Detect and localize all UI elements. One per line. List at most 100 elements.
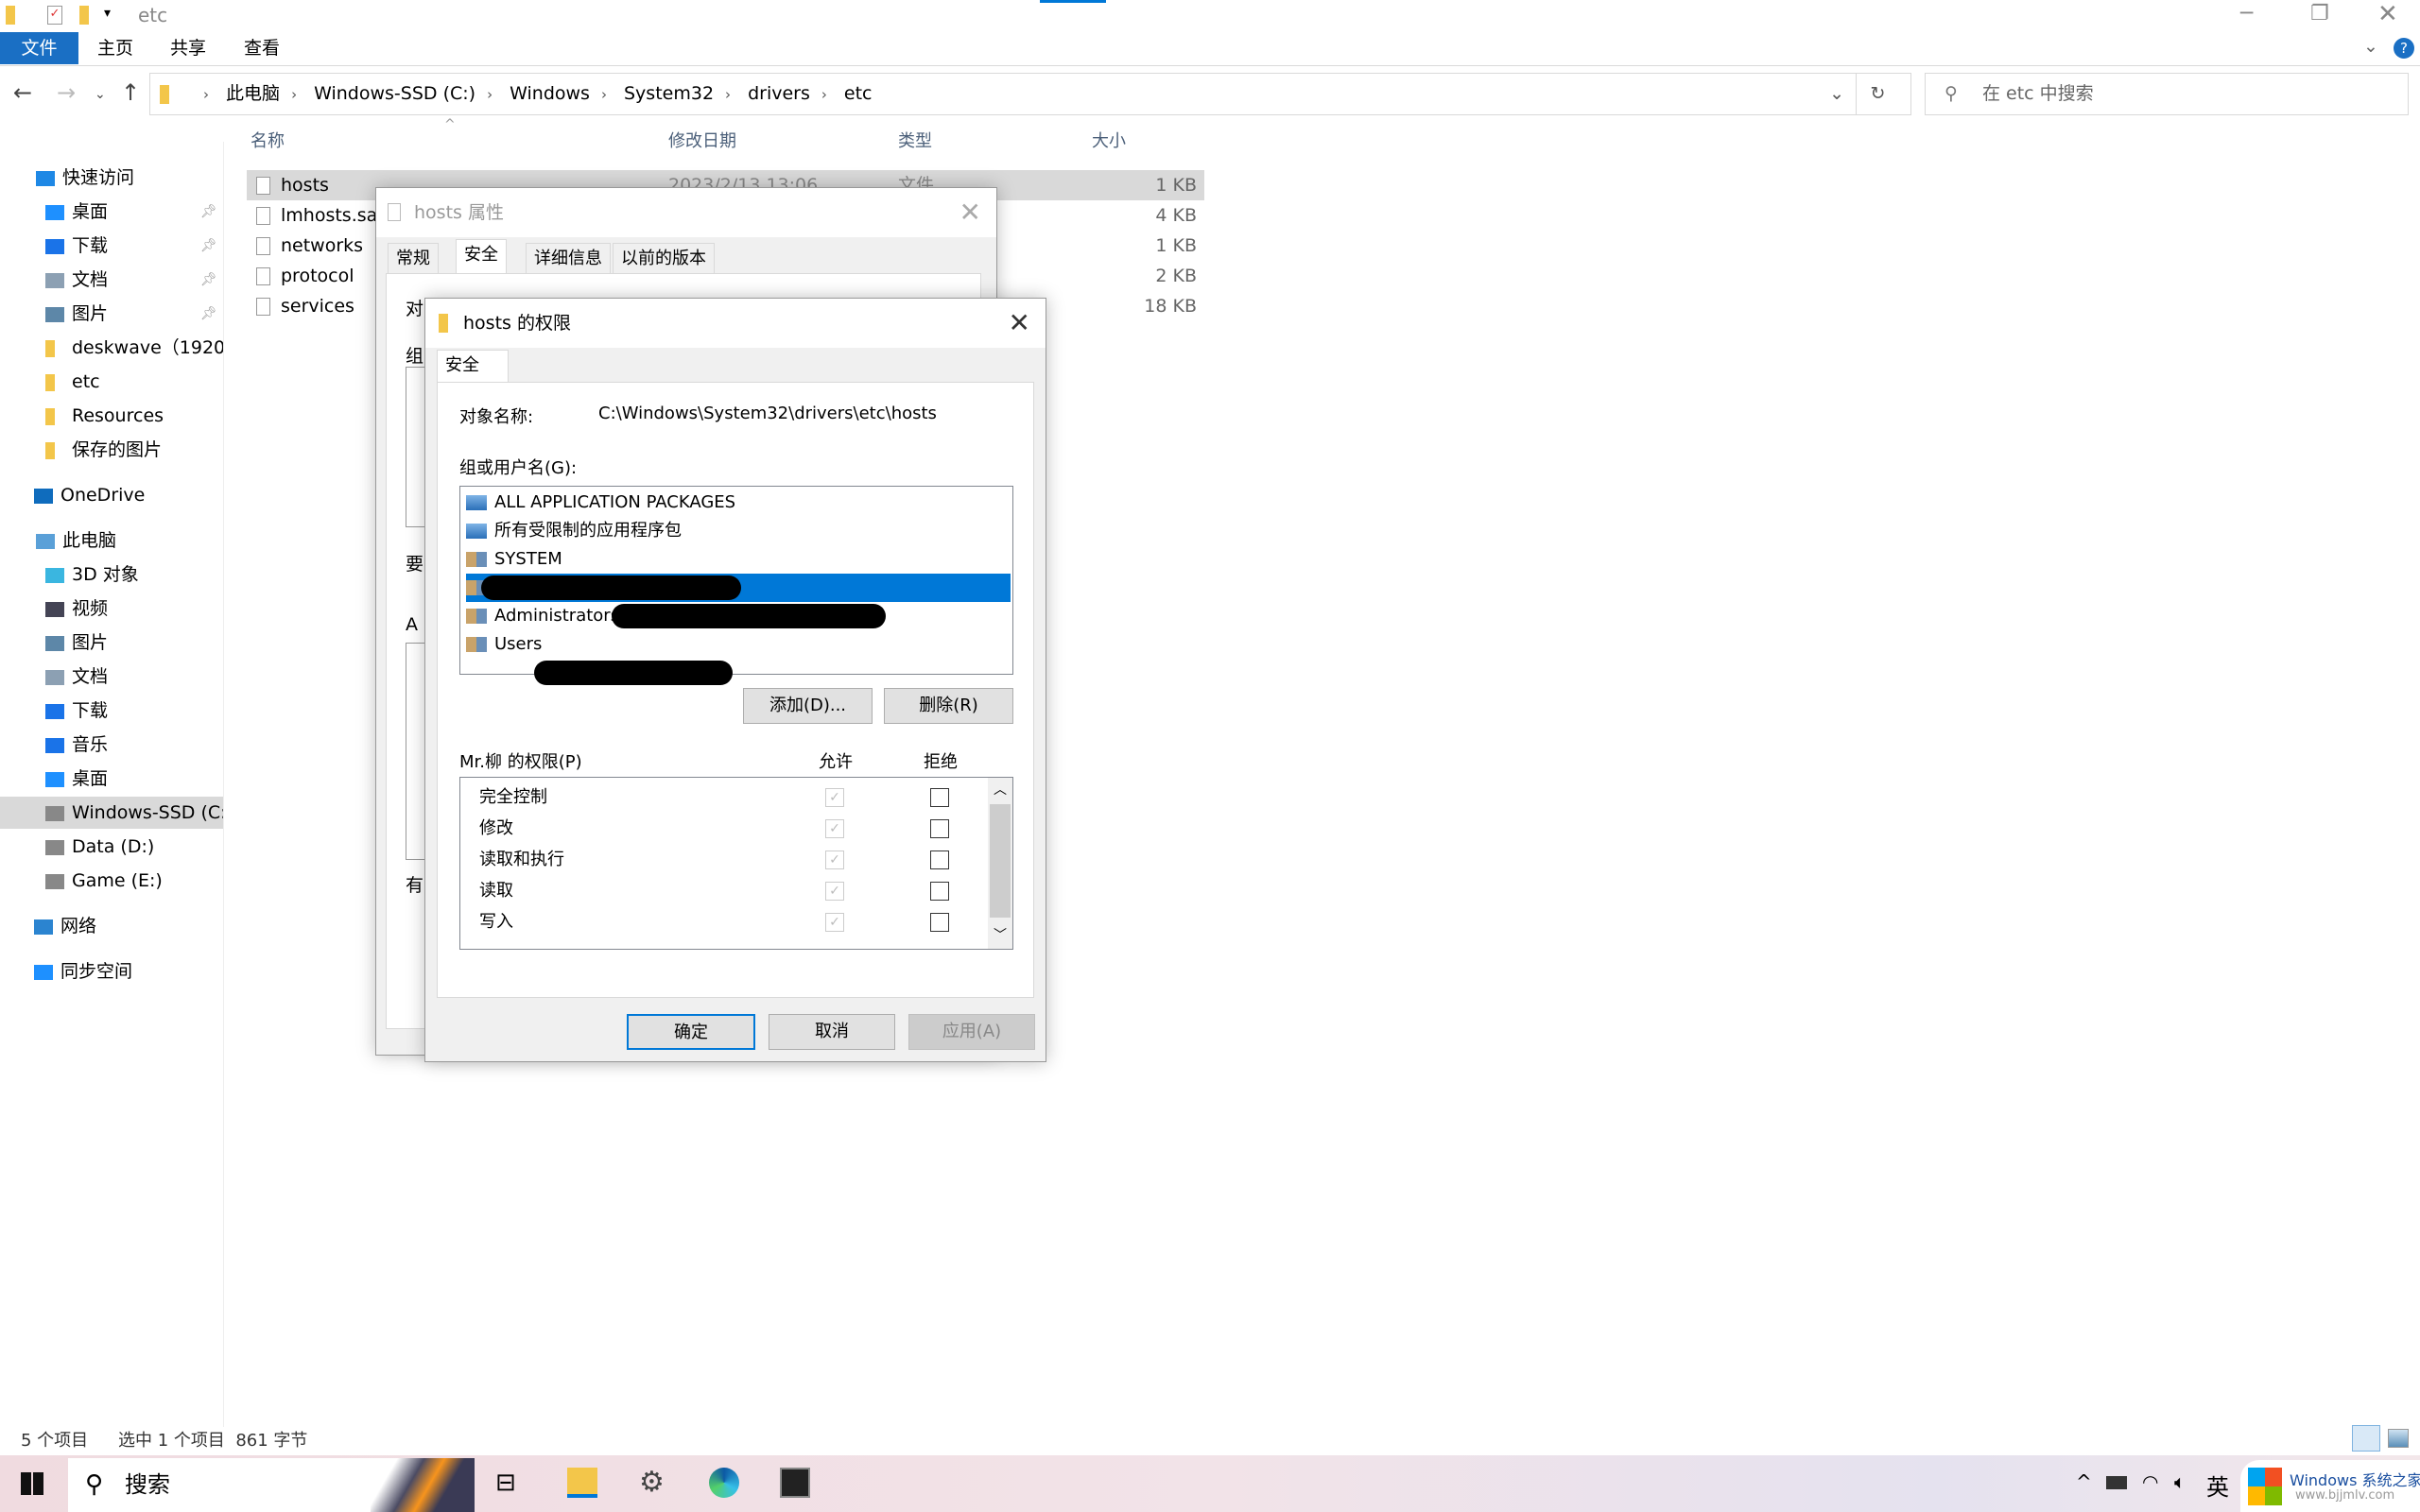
up-button[interactable]: ↑ [121,79,140,106]
restore-button[interactable]: ❐ [2310,2,2329,26]
tab-previous-versions[interactable]: 以前的版本 [613,243,715,275]
cancel-button[interactable]: 取消 [769,1014,895,1050]
user-list[interactable]: ALL APPLICATION PACKAGES 所有受限制的应用程序包 SYSTE… [459,486,1013,685]
file-explorer-icon[interactable] [567,1468,597,1498]
scroll-up-icon[interactable]: ︿ [994,780,1007,799]
expand-ribbon-icon[interactable]: ⌄ [2363,36,2378,57]
user-list-item[interactable]: ALL APPLICATION PACKAGES [466,489,1011,517]
task-view-icon[interactable]: ⊟ [495,1468,526,1498]
close-icon[interactable]: ✕ [959,188,981,237]
column-type[interactable]: 类型 [898,129,932,155]
sidebar-item[interactable]: 图片 [0,627,223,659]
search-input[interactable]: ⚲ 在 etc 中搜索 [1925,73,2409,115]
sidebar-item[interactable]: 网络 [0,910,223,942]
sidebar-item[interactable]: 此电脑 [0,524,223,557]
deny-checkbox[interactable] [930,819,949,838]
user-list-item[interactable]: SYSTEM [466,545,1011,574]
breadcrumb-system32[interactable]: System32 [624,83,714,104]
sidebar-item[interactable]: Game (E:) [0,865,223,897]
breadcrumb-etc[interactable]: etc [844,83,873,104]
sidebar-item[interactable]: 下载 📌︎ [0,230,223,262]
breadcrumb-windows[interactable]: Windows [510,83,590,104]
start-button[interactable] [21,1472,43,1495]
sidebar-item[interactable]: Windows-SSD (C:) [0,797,223,829]
deny-checkbox[interactable] [930,850,949,869]
sidebar-item[interactable]: 桌面 [0,763,223,795]
details-view-button[interactable] [2352,1425,2380,1452]
sidebar-item[interactable]: 快速访问 [0,162,223,194]
wifi-icon[interactable]: ◠ [2142,1470,2158,1493]
sidebar-item[interactable]: 3D 对象 [0,558,223,591]
tab-home[interactable]: 主页 [80,32,150,64]
taskbar-search[interactable]: ⚲ 搜索 [68,1458,475,1512]
breadcrumb-drive[interactable]: Windows-SSD (C:) [314,83,475,104]
terminal-icon[interactable] [780,1468,810,1498]
sidebar-item[interactable]: 视频 [0,593,223,625]
column-date[interactable]: 修改日期 [668,129,736,155]
refresh-button[interactable]: ↻ [1856,74,1899,114]
breadcrumb-drivers[interactable]: drivers [748,83,810,104]
scrollbar-thumb[interactable] [990,804,1011,918]
sidebar-item[interactable]: 文档 📌︎ [0,264,223,296]
user-list-item[interactable]: Users [466,630,1011,659]
scrollbar[interactable]: ︿ ﹀ [988,778,1012,949]
settings-icon[interactable]: ⚙ [639,1468,669,1498]
tab-file[interactable]: 文件 [0,32,78,64]
deny-checkbox[interactable] [930,788,949,807]
ime-indicator[interactable]: 英 [2206,1469,2229,1502]
sidebar-item[interactable]: etc [0,366,223,398]
new-folder-icon[interactable] [79,6,89,25]
column-size[interactable]: 大小 [1092,129,1126,155]
allow-checkbox[interactable]: ✓ [825,913,844,932]
large-icons-view-button[interactable] [2388,1429,2409,1448]
allow-checkbox[interactable]: ✓ [825,788,844,807]
edge-icon[interactable] [709,1468,739,1498]
minimize-button[interactable]: ─ [2240,2,2253,26]
forward-button[interactable]: → [57,79,76,106]
pin-icon[interactable]: 📌︎ [200,298,217,330]
ok-button[interactable]: 确定 [627,1014,755,1050]
volume-icon[interactable]: 🔈︎ [2174,1470,2186,1493]
add-button[interactable]: 添加(D)... [743,688,873,724]
sidebar-item[interactable]: 文档 [0,661,223,693]
breadcrumb-this-pc[interactable]: 此电脑 [226,83,280,104]
sidebar-item[interactable]: 桌面 📌︎ [0,196,223,228]
sidebar-item[interactable]: 音乐 [0,729,223,761]
apply-button[interactable]: 应用(A) [908,1014,1035,1050]
deny-checkbox[interactable] [930,882,949,901]
sidebar-item[interactable]: 下载 [0,695,223,727]
allow-checkbox[interactable]: ✓ [825,882,844,901]
pin-icon[interactable]: 📌︎ [200,230,217,262]
column-name[interactable]: 名称 [251,129,285,155]
battery-icon[interactable] [2106,1476,2127,1489]
allow-checkbox[interactable]: ✓ [825,850,844,869]
remove-button[interactable]: 删除(R) [884,688,1013,724]
show-hidden-icons[interactable]: ^ [2076,1470,2092,1493]
address-bar[interactable]: › 此电脑 › Windows-SSD (C:) › Windows › System… [149,73,1911,115]
pin-icon[interactable]: 📌︎ [200,264,217,296]
deny-checkbox[interactable] [930,913,949,932]
tab-view[interactable]: 查看 [227,32,297,64]
close-icon[interactable]: ✕ [1009,299,1030,348]
user-list-item[interactable]: 所有受限制的应用程序包 [466,517,1011,545]
help-icon[interactable]: ? [2394,38,2414,59]
tab-security[interactable]: 安全 [456,239,507,275]
sidebar-item[interactable]: 同步空间 [0,955,223,988]
sidebar-item[interactable]: deskwave（1920集 [0,332,223,364]
sidebar-item[interactable]: 保存的图片 [0,434,223,466]
sidebar-item[interactable]: Data (D:) [0,831,223,863]
pin-icon[interactable]: 📌︎ [200,196,217,228]
tab-general[interactable]: 常规 [388,243,439,275]
properties-icon[interactable]: ✓ [47,6,62,25]
address-dropdown-icon[interactable]: ⌄ [1829,74,1844,114]
allow-checkbox[interactable]: ✓ [825,819,844,838]
sidebar-item[interactable]: 图片 📌︎ [0,298,223,330]
sidebar-item[interactable]: OneDrive [0,479,223,511]
quick-access-dropdown-icon[interactable]: ▾ [104,6,111,21]
scroll-down-icon[interactable]: ﹀ [994,925,1007,944]
sidebar-item[interactable]: Resources [0,400,223,432]
tab-share[interactable]: 共享 [153,32,223,64]
tab-details[interactable]: 详细信息 [526,243,611,275]
back-button[interactable]: ← [13,79,32,106]
close-window-button[interactable]: ✕ [2377,0,2398,28]
